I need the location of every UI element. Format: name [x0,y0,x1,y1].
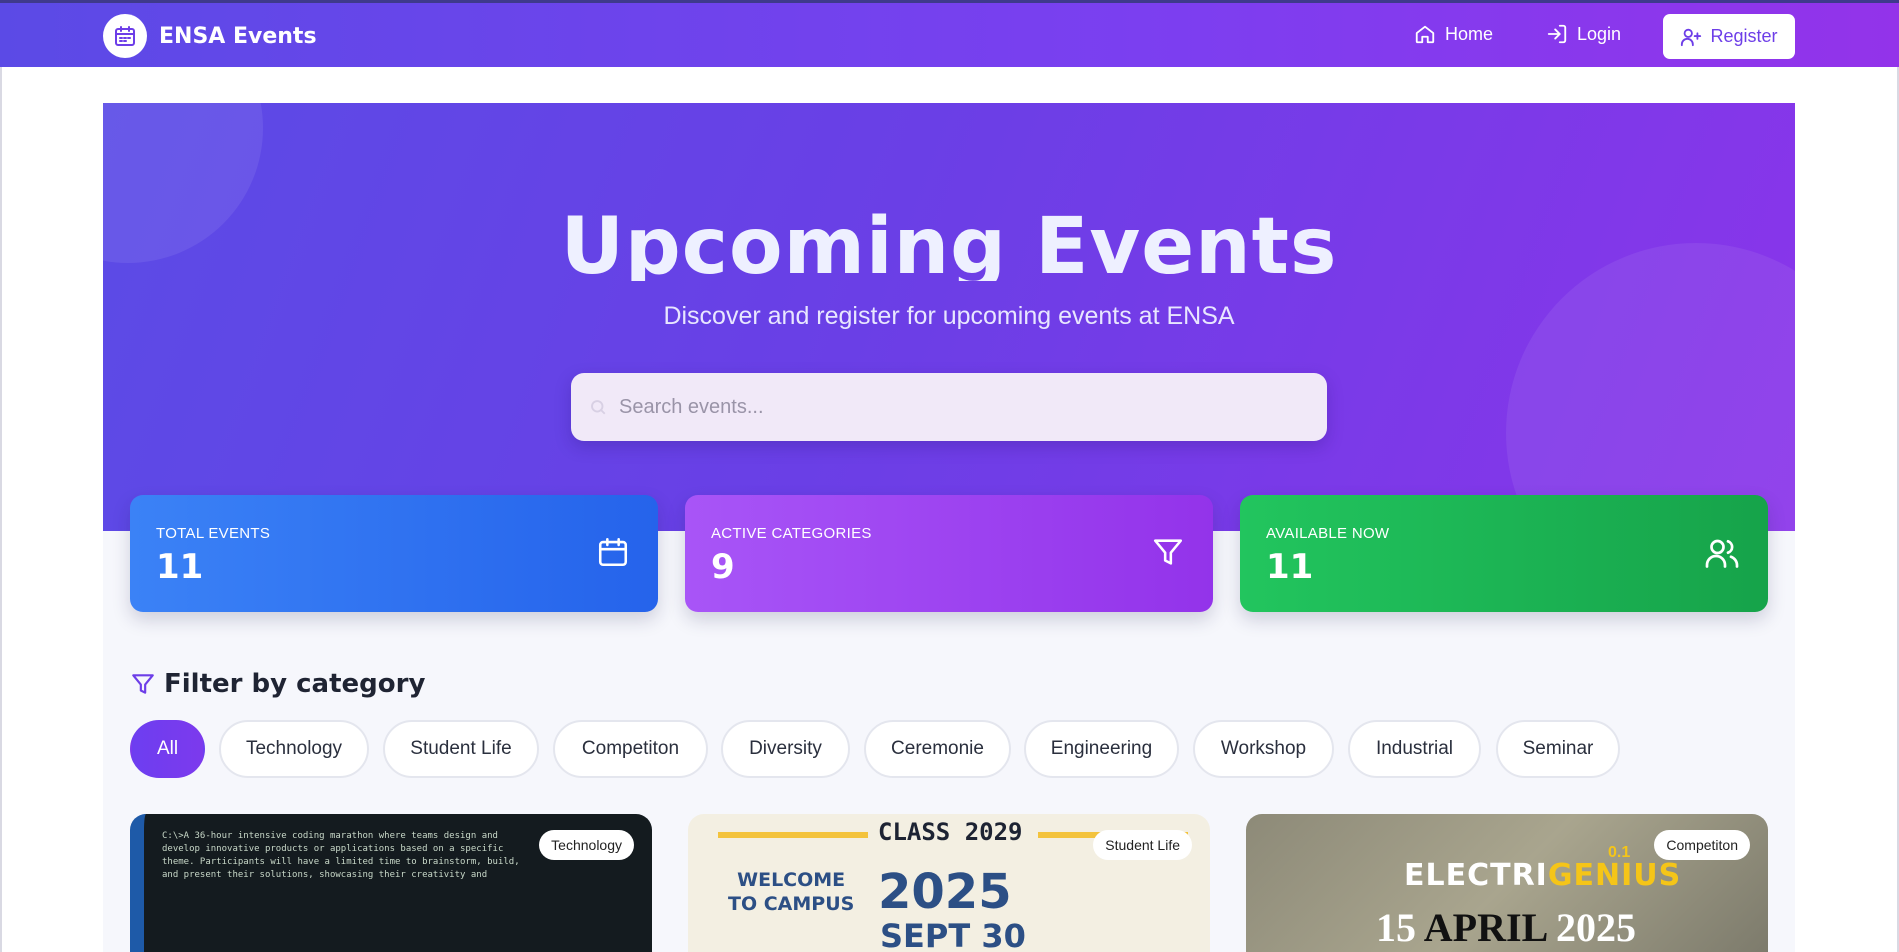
decor-bar [718,832,868,838]
event-card[interactable]: C:\>A 36-hour intensive coding marathon … [130,814,652,952]
brand[interactable]: ENSA Events [103,14,317,58]
event-image-date-day: 15 [1376,905,1424,950]
event-image-year: 2025 [878,864,1012,920]
nav-home-link[interactable]: Home [1414,23,1493,45]
page-edge [0,67,2,952]
event-image-title: ELECTRIGENIUS [1404,858,1681,893]
login-icon [1547,24,1567,44]
stat-label: ACTIVE CATEGORIES [711,525,872,542]
category-chip-diversity[interactable]: Diversity [721,720,850,778]
category-badge: Competiton [1654,830,1750,860]
search-bar [571,373,1327,441]
event-image-date: 15 APRIL 2025 [1376,904,1636,951]
category-chip-technology[interactable]: Technology [219,720,369,778]
hero-banner: Upcoming Events Discover and register fo… [103,103,1795,531]
navbar: ENSA Events Home Login Register [0,0,1899,67]
stat-card-total-events: TOTAL EVENTS 11 [130,495,658,612]
event-image-class: CLASS 2029 [878,818,1023,846]
search-icon [591,400,606,415]
stat-label: TOTAL EVENTS [156,525,271,542]
decor-circle [1506,243,1795,531]
calendar-icon [103,14,147,58]
event-image-date-month: APRIL [1423,905,1557,950]
category-chip-workshop[interactable]: Workshop [1193,720,1334,778]
stat-label: AVAILABLE NOW [1266,525,1390,542]
filter-icon [1153,539,1183,565]
page-subtitle: Discover and register for upcoming event… [663,302,1235,330]
register-label: Register [1710,26,1778,46]
stat-value: 11 [1266,547,1314,587]
home-icon [1415,25,1435,44]
category-chip-competiton[interactable]: Competiton [553,720,708,778]
brand-name: ENSA Events [159,23,317,49]
users-icon [1705,539,1739,568]
event-image-welcome: WELCOME TO CAMPUS [728,869,855,915]
category-chip-student-life[interactable]: Student Life [383,720,539,778]
page-title: Upcoming Events [560,202,1338,281]
filter-title: Filter by category [164,669,426,699]
event-image-title-a: ELECTRI [1404,858,1548,893]
filter-icon [132,674,154,694]
stat-value: 11 [156,547,204,587]
category-badge: Student Life [1093,830,1192,860]
event-card[interactable]: CLASS 2029 WELCOME TO CAMPUS 2025 SEPT 3… [688,814,1210,952]
category-chip-industrial[interactable]: Industrial [1348,720,1481,778]
category-chip-engineering[interactable]: Engineering [1024,720,1179,778]
search-input[interactable] [619,395,1299,419]
nav-login-link[interactable]: Login [1546,23,1621,45]
user-plus-icon [1681,28,1702,46]
event-image-date-year: 2025 [1556,905,1637,950]
category-badge: Technology [539,830,634,860]
event-image-title-b: GENIUS [1547,858,1682,893]
event-image-version: 0.1 [1608,844,1631,861]
nav-home-label: Home [1445,23,1494,44]
category-chip-all[interactable]: All [130,720,205,778]
category-chip-ceremonie[interactable]: Ceremonie [864,720,1011,778]
stat-value: 9 [711,547,735,587]
register-button[interactable]: Register [1663,14,1795,59]
calendar-icon [598,537,628,567]
stat-card-available-now: AVAILABLE NOW 11 [1240,495,1768,612]
event-card[interactable]: ELECTRIGENIUS 0.1 15 APRIL 2025 Competit… [1246,814,1768,952]
event-image-date: SEPT 30 [880,917,1026,952]
filter-header: Filter by category [130,669,425,699]
stat-card-active-categories: ACTIVE CATEGORIES 9 [685,495,1213,612]
nav-login-label: Login [1577,23,1622,44]
category-chip-seminar[interactable]: Seminar [1496,720,1620,778]
